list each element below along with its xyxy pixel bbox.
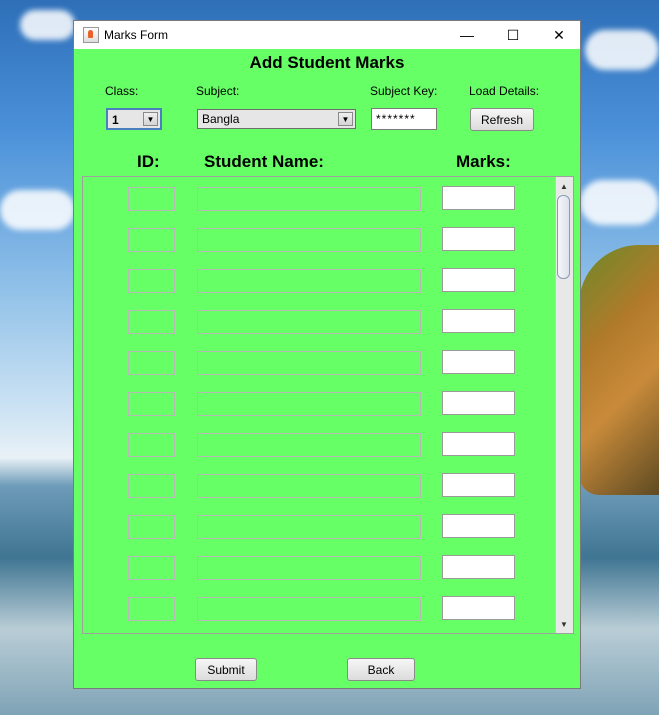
marks-input[interactable] [442, 555, 515, 579]
chevron-down-icon: ▼ [338, 112, 353, 126]
load-details-label: Load Details: [469, 84, 540, 98]
marks-column-header: Marks: [456, 152, 511, 171]
submit-button[interactable]: Submit [195, 658, 257, 681]
marks-input[interactable] [442, 391, 515, 415]
student-name-field [197, 597, 421, 621]
marks-entry-panel[interactable]: ▲ ▼ [82, 176, 574, 634]
class-select[interactable]: 1 ▼ [106, 108, 162, 130]
id-column-header: ID: [137, 152, 160, 171]
student-name-field [197, 392, 421, 416]
student-name-field [197, 269, 421, 293]
student-id-field [128, 228, 175, 252]
subject-label: Subject: [196, 84, 240, 98]
table-row [83, 596, 573, 623]
marks-input[interactable] [442, 350, 515, 374]
marks-input[interactable] [442, 432, 515, 456]
close-button[interactable]: ✕ [536, 21, 582, 49]
student-name-field [197, 310, 421, 334]
subject-key-input[interactable]: ******* [371, 108, 437, 130]
scroll-up-arrow-icon[interactable]: ▲ [556, 179, 572, 193]
minimize-button[interactable]: — [444, 21, 490, 49]
student-id-field [128, 556, 175, 580]
vertical-scrollbar[interactable]: ▲ ▼ [555, 177, 573, 633]
marks-input[interactable] [442, 186, 515, 210]
marks-input[interactable] [442, 227, 515, 251]
marks-form-window: Marks Form — ☐ ✕ Add Student Marks Class… [73, 20, 581, 689]
subject-select[interactable]: Bangla ▼ [197, 109, 356, 129]
scroll-down-arrow-icon[interactable]: ▼ [556, 617, 572, 631]
table-row [83, 268, 573, 295]
refresh-button[interactable]: Refresh [470, 108, 534, 131]
table-row [83, 514, 573, 541]
window-title: Marks Form [104, 28, 168, 42]
student-id-field [128, 269, 175, 293]
subject-select-value: Bangla [202, 112, 240, 126]
form-heading: Add Student Marks [249, 53, 405, 72]
student-id-field [128, 474, 175, 498]
student-id-field [128, 187, 175, 211]
table-row [83, 473, 573, 500]
subject-key-label: Subject Key: [370, 84, 438, 98]
student-name-column-header: Student Name: [204, 152, 324, 171]
table-row [83, 350, 573, 377]
marks-input[interactable] [442, 596, 515, 620]
student-id-field [128, 392, 175, 416]
student-name-field [197, 351, 421, 375]
table-row [83, 309, 573, 336]
scrollbar-thumb[interactable] [557, 195, 570, 279]
maximize-button[interactable]: ☐ [490, 21, 536, 49]
table-row [83, 186, 573, 213]
student-name-field [197, 187, 421, 211]
class-select-value: 1 [112, 113, 119, 127]
java-cup-icon [83, 27, 99, 43]
student-id-field [128, 310, 175, 334]
student-name-field [197, 515, 421, 539]
marks-input[interactable] [442, 473, 515, 497]
student-name-field [197, 228, 421, 252]
table-row [83, 227, 573, 254]
chevron-down-icon: ▼ [143, 112, 158, 126]
student-name-field [197, 474, 421, 498]
table-row [83, 391, 573, 418]
back-button[interactable]: Back [347, 658, 415, 681]
table-row [83, 432, 573, 459]
table-row [83, 555, 573, 582]
student-name-field [197, 433, 421, 457]
marks-input[interactable] [442, 514, 515, 538]
student-id-field [128, 351, 175, 375]
marks-input[interactable] [442, 268, 515, 292]
student-id-field [128, 433, 175, 457]
student-id-field [128, 515, 175, 539]
student-id-field [128, 597, 175, 621]
title-bar[interactable]: Marks Form — ☐ ✕ [74, 21, 580, 49]
marks-input[interactable] [442, 309, 515, 333]
student-name-field [197, 556, 421, 580]
class-label: Class: [105, 84, 139, 98]
